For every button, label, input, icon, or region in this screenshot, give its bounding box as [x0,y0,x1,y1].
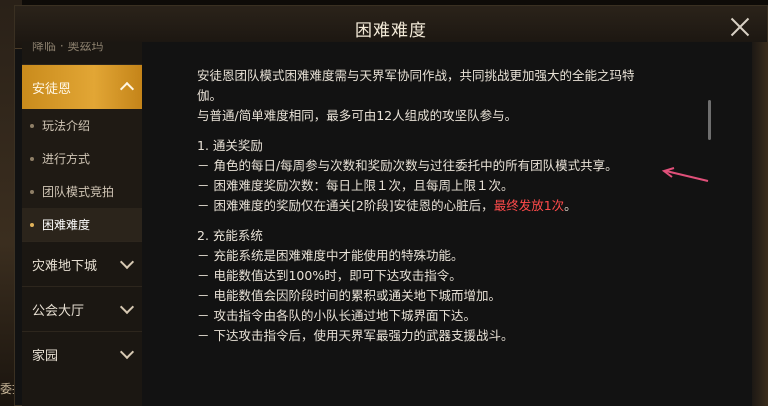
sidebar-subitem-auction[interactable]: 团队模式竞拍 [22,175,142,208]
annotation-arrow-icon [661,167,709,182]
sidebar: 降临 · 奥兹玛 安徒恩 玩法介绍 进行方式 团队模式竞拍 困难难度 灾难地下城… [22,42,142,406]
section-line: － 电能数值达到100%时，即可下达攻击指令。 [197,268,462,283]
section-line-prefix: － 困难难度的奖励仅在通关[2阶段]安徒恩的心脏后， [197,198,494,213]
chevron-down-icon [119,344,135,360]
bullet-icon [30,123,34,128]
chevron-down-icon [119,299,135,315]
section-line-suffix: 。 [564,198,577,213]
sidebar-subitem-gameplay[interactable]: 玩法介绍 [22,109,142,142]
bullet-icon [30,189,34,194]
intro-line: 与普通/简单难度相同，最多可由12人组成的攻坚队参与。 [197,108,518,123]
window-title: 困难难度 [355,21,427,41]
section-title-charging: 2. 充能系统 [197,228,263,243]
section-line: － 攻击指令由各队的小队长通过地下城界面下达。 [197,308,476,323]
sidebar-item-aozima[interactable]: 降临 · 奥兹玛 [22,42,142,64]
sidebar-subitem-label: 玩法介绍 [42,119,91,133]
bullet-icon [30,156,34,161]
sidebar-subitem-label: 团队模式竞拍 [42,185,115,199]
sidebar-item-home[interactable]: 家园 [22,331,142,376]
sidebar-item-label: 降临 · 奥兹玛 [32,42,104,53]
section-line: － 困难难度奖励次数：每日上限１次，且每周上限１次。 [197,178,514,193]
sidebar-subitem-label: 困难难度 [42,218,91,232]
section-title-rewards: 1. 通关奖励 [197,138,263,153]
intro-line: 伽。 [197,88,223,103]
section-line-last: － 困难难度的奖励仅在通关[2阶段]安徒恩的心脏后，最终发放1次。 [197,196,667,216]
sidebar-item-label: 灾难地下城 [32,258,98,274]
section-line: － 下达攻击指令后，使用天界军最强力的武器支援战斗。 [197,328,514,343]
sidebar-item-label: 公会大厅 [32,303,85,319]
sidebar-subitem-label: 进行方式 [42,152,91,166]
chevron-down-icon [119,254,135,270]
highlight-text: 最终发放1次 [493,198,565,213]
close-icon[interactable] [725,12,755,42]
section-line: － 电能数值会因阶段时间的累积或通关地下城而增加。 [197,288,501,303]
sidebar-item-guild-hall[interactable]: 公会大厅 [22,286,142,331]
intro-line: 安徒恩团队模式困难难度需与天界军协同作战，共同挑战更加强大的全能之玛特 [197,68,635,83]
section-line: － 充能系统是困难难度中才能使用的特殊功能。 [197,248,464,263]
section-line: － 角色的每日/每周参与次数和奖励次数与过往委托中的所有团队模式共享。 [197,158,618,173]
sidebar-item-label: 安徒恩 [32,81,72,97]
content-panel: 安徒恩团队模式困难难度需与天界军协同作战，共同挑战更加强大的全能之玛特 伽。 与… [142,42,768,406]
background-right-strip [752,42,768,406]
sidebar-item-antoon[interactable]: 安徒恩 [22,64,142,109]
sidebar-item-disaster-dungeon[interactable]: 灾难地下城 [22,241,142,286]
sidebar-subitem-process[interactable]: 进行方式 [22,142,142,175]
chevron-up-icon [119,81,135,97]
sidebar-subitem-hard[interactable]: 困难难度 [22,208,142,241]
scrollbar-thumb[interactable] [708,100,711,140]
content-text: 安徒恩团队模式困难难度需与天界军协同作战，共同挑战更加强大的全能之玛特 伽。 与… [197,66,667,346]
sidebar-item-label: 家园 [32,348,59,364]
bullet-icon [30,222,34,227]
